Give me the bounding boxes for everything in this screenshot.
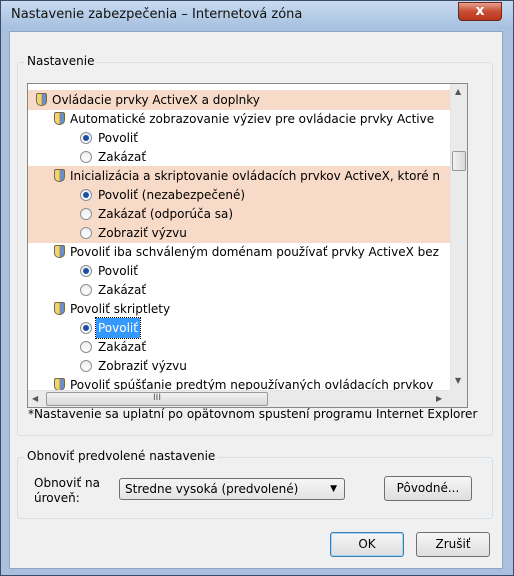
vertical-scrollbar[interactable]: ▲ ▼	[450, 84, 467, 390]
cancel-button[interactable]: Zrušiť	[416, 532, 490, 557]
option-label: Povoliť	[95, 317, 141, 339]
option-label: Zakázať	[98, 340, 147, 354]
option-label: Povoliť	[98, 264, 138, 278]
reset-level-dropdown[interactable]: Stredne vysoká (predvolené) ▼	[119, 478, 345, 500]
category-row: Ovládacie prvky ActiveX a doplnky	[28, 90, 450, 110]
shield-icon	[54, 245, 65, 258]
setting-label: Inicializácia a skriptovanie ovládacích …	[70, 169, 440, 183]
setting-row: Povoliť iba schváleným doménam používať …	[28, 242, 450, 262]
settings-group-legend: Nastavenie	[24, 54, 98, 68]
option-row[interactable]: Zakázať (odporúča sa)	[28, 204, 450, 224]
option-row[interactable]: Povoliť	[28, 317, 450, 339]
security-settings-dialog: Nastavenie zabezpečenia – Internetová zó…	[0, 0, 514, 576]
restart-note: *Nastavenie sa uplatní po opätovnom spus…	[28, 407, 478, 421]
setting-label: Povoliť skriptlety	[70, 302, 171, 316]
setting-label: Automatické zobrazovanie výziev pre ovlá…	[70, 112, 435, 126]
shield-icon	[36, 93, 47, 106]
radio-button[interactable]	[80, 151, 92, 163]
scrollbar-corner	[450, 390, 467, 407]
radio-button[interactable]	[80, 227, 92, 239]
option-row[interactable]: Povoliť (nezabezpečené)	[28, 185, 450, 205]
title-bar[interactable]: Nastavenie zabezpečenia – Internetová zó…	[1, 1, 513, 29]
scroll-down-icon[interactable]: ▼	[455, 376, 461, 386]
radio-button[interactable]	[80, 265, 92, 277]
radio-button[interactable]	[80, 132, 92, 144]
option-row[interactable]: Zakázať	[28, 147, 450, 167]
option-row[interactable]: Zakázať	[28, 337, 450, 357]
dialog-client-area: Nastavenie Ovládacie prvky ActiveX a dop…	[9, 31, 503, 569]
reset-level-label-line2: úroveň:	[34, 491, 80, 505]
scroll-right-icon[interactable]: ▶	[436, 394, 442, 404]
shield-icon	[54, 169, 65, 182]
option-row[interactable]: Povoliť	[28, 261, 450, 281]
close-icon: x	[475, 3, 485, 19]
setting-row: Automatické zobrazovanie výziev pre ovlá…	[28, 109, 450, 129]
reset-button[interactable]: Pôvodné...	[384, 476, 472, 501]
ok-button[interactable]: OK	[330, 532, 404, 557]
reset-group-legend: Obnoviť predvolené nastavenie	[24, 449, 219, 463]
shield-icon	[54, 302, 65, 315]
option-row[interactable]: Zakázať	[28, 280, 450, 300]
chevron-down-icon: ▼	[330, 484, 337, 494]
vertical-scroll-thumb[interactable]	[452, 151, 466, 171]
option-label: Povoliť	[98, 131, 138, 145]
reset-level-value: Stredne vysoká (predvolené)	[125, 482, 299, 496]
radio-button[interactable]	[80, 208, 92, 220]
horizontal-scrollbar[interactable]: ◀ III ▶	[28, 390, 450, 407]
option-row[interactable]: Povoliť	[28, 128, 450, 148]
setting-row: Inicializácia a skriptovanie ovládacích …	[28, 166, 450, 186]
option-label: Zobraziť výzvu	[98, 226, 187, 240]
radio-button[interactable]	[80, 284, 92, 296]
option-row[interactable]: Zobraziť výzvu	[28, 356, 450, 376]
close-button[interactable]: x	[458, 2, 502, 21]
window-title: Nastavenie zabezpečenia – Internetová zó…	[11, 7, 303, 22]
setting-label: Ovládacie prvky ActiveX a doplnky	[52, 93, 260, 107]
reset-level-label-line1: Obnoviť na	[34, 476, 100, 490]
radio-button[interactable]	[80, 360, 92, 372]
option-label: Zakázať	[98, 150, 147, 164]
setting-row: Povoliť skriptlety	[28, 299, 450, 319]
shield-icon	[54, 112, 65, 125]
option-row[interactable]: Zobraziť výzvu	[28, 223, 450, 243]
settings-tree[interactable]: Ovládacie prvky ActiveX a doplnky Automat…	[27, 83, 468, 408]
option-label: Zakázať	[98, 283, 147, 297]
reset-level-label: Obnoviť na úroveň:	[34, 476, 100, 506]
scroll-left-icon[interactable]: ◀	[32, 394, 38, 404]
scroll-up-icon[interactable]: ▲	[455, 87, 461, 97]
setting-label: Povoliť iba schváleným doménam používať …	[70, 245, 439, 259]
option-label: Zakázať (odporúča sa)	[98, 207, 234, 221]
radio-button[interactable]	[80, 322, 92, 334]
option-label: Zobraziť výzvu	[98, 359, 187, 373]
radio-button[interactable]	[80, 189, 92, 201]
scroll-grip: III	[153, 393, 161, 403]
radio-button[interactable]	[80, 341, 92, 353]
horizontal-scroll-thumb[interactable]: III	[46, 392, 268, 406]
option-label: Povoliť (nezabezpečené)	[98, 188, 246, 202]
